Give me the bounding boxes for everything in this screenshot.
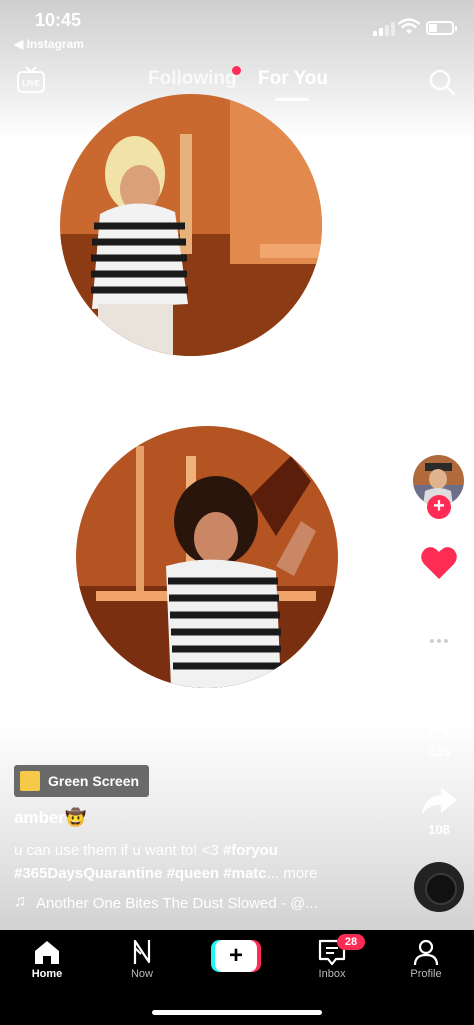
status-time: 10:45 xyxy=(35,10,82,30)
share-icon[interactable] xyxy=(419,781,459,821)
caption-line-1: u can use them if u want to! <3 #foryou xyxy=(14,842,278,859)
tab-for-you[interactable]: For You xyxy=(258,68,328,90)
bookmark-icon[interactable] xyxy=(419,702,459,742)
nav-now-label: Now xyxy=(130,968,153,980)
hashtag-line[interactable]: #365DaysQuarantine #queen #matc xyxy=(14,865,267,882)
create-button[interactable]: + xyxy=(211,940,261,972)
nav-now[interactable]: Now xyxy=(107,930,177,990)
hashtag-foryou[interactable]: #foryou xyxy=(223,842,278,859)
back-to-instagram-link[interactable]: ◀ Instagram xyxy=(14,37,84,51)
share-count: 108 xyxy=(428,822,450,837)
home-indicator xyxy=(152,1010,322,1015)
nav-profile[interactable]: Profile xyxy=(391,930,461,990)
wifi-icon xyxy=(398,18,420,34)
battery-icon xyxy=(426,21,457,35)
sound-title[interactable]: Another One Bites The Dust Slowed - @... xyxy=(36,895,318,912)
nav-inbox-label: Inbox xyxy=(318,968,346,980)
sparkle-icon xyxy=(20,771,40,791)
caption-more-link[interactable]: ... more xyxy=(267,865,318,882)
heart-icon[interactable] xyxy=(419,543,459,583)
nav-home-label: Home xyxy=(31,968,63,980)
like-count: 1456 xyxy=(424,586,454,601)
now-icon xyxy=(133,939,151,964)
music-note-icon: ♫ xyxy=(14,893,26,910)
caption-text: u can use them if u want to! <3 xyxy=(14,842,223,859)
live-icon[interactable]: LIVE xyxy=(16,66,46,94)
tab-following[interactable]: Following xyxy=(148,68,237,90)
nav-profile-label: Profile xyxy=(410,968,442,980)
creator-username[interactable]: amber🤠 xyxy=(14,808,86,828)
music-disc-icon[interactable] xyxy=(414,862,464,912)
inbox-badge: 28 xyxy=(337,934,365,950)
signal-icon xyxy=(373,22,395,36)
profile-icon xyxy=(413,939,439,966)
save-count: 335 xyxy=(428,744,450,759)
comment-icon[interactable] xyxy=(419,623,459,663)
caption-line-2: #365DaysQuarantine #queen #matc... more xyxy=(14,865,317,882)
follow-plus-button[interactable]: + xyxy=(427,495,451,519)
nav-home[interactable]: Home xyxy=(12,930,82,990)
home-icon xyxy=(35,941,59,964)
video-photo-bottom xyxy=(76,426,338,688)
comment-count: 182 xyxy=(428,665,450,680)
screen: 10:45 ◀ Instagram LIVE Following For You xyxy=(0,0,474,1025)
active-tab-indicator xyxy=(275,98,309,101)
search-icon[interactable] xyxy=(428,68,456,96)
create-icon: + xyxy=(215,940,257,972)
svg-text:LIVE: LIVE xyxy=(22,79,40,88)
video-photo-top xyxy=(60,94,322,356)
following-notification-dot xyxy=(232,66,241,75)
effect-tag-green-screen[interactable]: Green Screen xyxy=(14,765,149,797)
effect-label: Green Screen xyxy=(48,773,140,789)
